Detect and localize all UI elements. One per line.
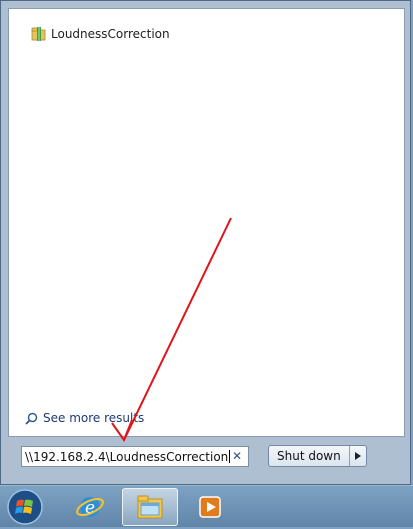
result-item-label: LoudnessCorrection <box>51 27 170 41</box>
search-input[interactable]: \\192.168.2.4\LoudnessCorrection ✕ <box>21 446 249 467</box>
folder-icon <box>31 27 46 41</box>
search-results-panel: LoudnessCorrection See more results <box>8 8 405 437</box>
chevron-right-icon <box>354 452 361 460</box>
taskbar-windows-explorer[interactable] <box>122 488 178 526</box>
start-menu-bottom-bar: \\192.168.2.4\LoudnessCorrection ✕ Shut … <box>8 437 405 479</box>
taskbar-media-player[interactable] <box>182 488 238 526</box>
search-icon <box>25 412 38 425</box>
shutdown-group: Shut down <box>268 445 367 467</box>
taskbar: e <box>0 485 413 527</box>
taskbar-internet-explorer[interactable]: e <box>62 488 118 526</box>
media-player-icon <box>199 496 221 518</box>
start-menu: LoudnessCorrection See more results \\19… <box>0 0 411 485</box>
windows-explorer-icon <box>137 495 163 519</box>
shutdown-button[interactable]: Shut down <box>269 446 350 466</box>
see-more-results-link[interactable]: See more results <box>25 411 144 425</box>
result-item-loudnesscorrection[interactable]: LoudnessCorrection <box>31 25 170 43</box>
clear-search-icon[interactable]: ✕ <box>232 449 242 463</box>
start-orb-icon <box>7 489 43 525</box>
internet-explorer-icon: e <box>76 497 104 518</box>
search-input-value: \\192.168.2.4\LoudnessCorrection <box>25 449 229 464</box>
shutdown-options-button[interactable] <box>350 446 366 466</box>
see-more-results-label: See more results <box>43 411 145 425</box>
text-caret <box>229 450 231 463</box>
start-button[interactable] <box>6 488 44 526</box>
